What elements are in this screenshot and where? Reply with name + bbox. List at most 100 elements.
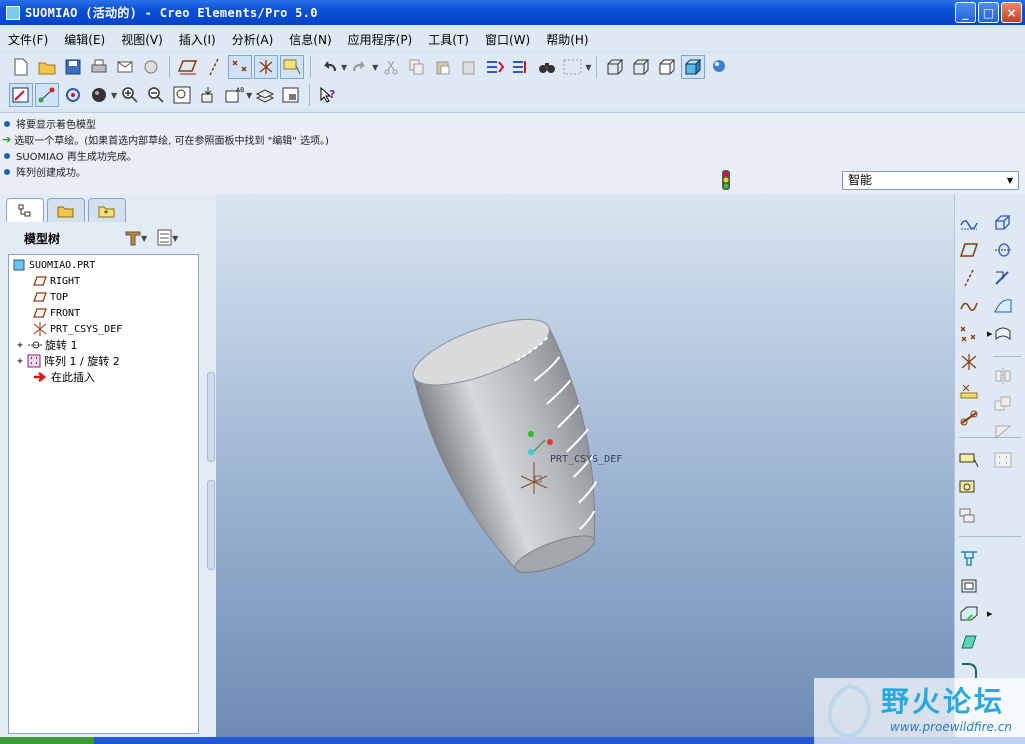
copy-icon[interactable] [405,55,429,79]
new-file-icon[interactable] [9,55,33,79]
find-icon[interactable] [535,55,559,79]
tree-item-insert-here[interactable]: 在此插入 [33,369,95,385]
no-hidden-icon[interactable] [655,55,679,79]
expand-icon[interactable]: + [17,340,27,351]
graphics-viewport[interactable]: PRT_CSYS_DEF [216,194,954,744]
csys-display-icon[interactable] [254,55,278,79]
rib-tool-icon[interactable] [957,602,981,626]
panel-splitter-handle[interactable] [207,372,215,462]
paste-icon[interactable] [431,55,455,79]
tree-item-front[interactable]: FRONT [33,305,80,321]
wireframe-icon[interactable] [603,55,627,79]
regen-status-light-icon[interactable] [721,170,731,190]
menu-help[interactable]: 帮助(H) [538,31,596,48]
view-manager-icon[interactable] [279,83,303,107]
open-folder-icon[interactable] [35,55,59,79]
model-display-icon[interactable] [707,55,731,79]
selection-dropdown-icon[interactable]: ▼ [585,63,591,72]
saved-views-dropdown-icon[interactable]: ▼ [246,91,252,100]
menu-insert[interactable]: 插入(I) [171,31,224,48]
merge-tool-icon[interactable] [991,392,1015,416]
regenerate-manager-icon[interactable] [509,55,533,79]
hidden-line-icon[interactable] [629,55,653,79]
appearance-icon[interactable] [87,83,111,107]
minimize-button[interactable]: _ [955,2,976,23]
extrude-tool-icon[interactable] [991,210,1015,234]
tree-item-csys[interactable]: PRT_CSYS_DEF [33,321,122,337]
maximize-button[interactable]: □ [978,2,999,23]
orient-mode-icon[interactable] [61,83,85,107]
tab-folder-browser[interactable] [47,198,85,222]
send-link-icon[interactable] [139,55,163,79]
draft-tool-icon[interactable] [957,630,981,654]
mirror-tool-icon[interactable] [991,364,1015,388]
pattern-tool-icon[interactable] [991,448,1015,472]
datum-point-tool-icon[interactable] [957,322,981,346]
reorient-icon[interactable] [196,83,220,107]
model-canvas[interactable]: PRT_CSYS_DEF [216,194,954,744]
revolve-tool-icon[interactable] [991,238,1015,262]
selection-box-icon[interactable] [561,55,585,79]
tree-item-top[interactable]: TOP [33,289,68,305]
menu-view[interactable]: 视图(V) [113,31,171,48]
redo-icon[interactable] [348,55,372,79]
saved-views-icon[interactable]: AB [222,83,246,107]
datum-curve-tool-icon[interactable] [957,294,981,318]
context-help-icon[interactable]: ? [316,83,340,107]
variable-section-sweep-icon[interactable] [991,266,1015,290]
tab-favorites[interactable]: * [88,198,126,222]
undo-icon[interactable] [317,55,341,79]
datum-axis-display-icon[interactable] [202,55,226,79]
annotation-display-icon[interactable] [280,55,304,79]
zoom-out-icon[interactable] [144,83,168,107]
menu-tools[interactable]: 工具(T) [420,31,477,48]
menu-applications[interactable]: 应用程序(P) [340,31,421,48]
appearance-dropdown-icon[interactable]: ▼ [111,91,117,100]
undo-dropdown-icon[interactable]: ▼ [341,63,347,72]
chevron-down-icon[interactable]: ▼ [1002,172,1018,189]
layers-icon[interactable] [253,83,277,107]
tree-item-revolve-1[interactable]: + 旋转 1 [17,337,78,353]
menu-window[interactable]: 窗口(W) [477,31,538,48]
selection-filter-select[interactable]: 智能 ▼ [842,171,1019,190]
style-tool-icon[interactable] [991,322,1015,346]
datum-point-display-icon[interactable] [228,55,252,79]
hole-tool-icon[interactable] [957,546,981,570]
refit-icon[interactable] [170,83,194,107]
tab-model-tree[interactable] [6,198,44,222]
sketch-icon[interactable] [9,83,33,107]
tree-item-pattern-1[interactable]: + 阵列 1 / 旋转 2 [17,353,120,369]
tree-item-right[interactable]: RIGHT [33,273,80,289]
datum-plane-tool-icon[interactable] [957,238,981,262]
settings-icon[interactable]: ▼ [124,229,147,247]
reference-feature-icon[interactable] [957,406,981,430]
shape-tool-icon[interactable] [957,448,981,472]
shading-icon[interactable] [681,55,706,79]
barrel-model[interactable] [403,305,629,591]
menu-edit[interactable]: 编辑(E) [56,31,113,48]
copy-geometry-icon[interactable] [957,504,981,528]
tree-item-part[interactable]: SUOMIAO.PRT [13,257,95,273]
print-icon[interactable] [87,55,111,79]
cut-icon[interactable] [379,55,403,79]
datum-axis-tool-icon[interactable] [957,266,981,290]
zoom-in-icon[interactable] [118,83,142,107]
start-button[interactable] [0,737,94,744]
menu-analysis[interactable]: 分析(A) [224,31,282,48]
show-options-icon[interactable]: ▼ [157,229,178,247]
trim-tool-icon[interactable] [991,420,1015,444]
analysis-feature-icon[interactable] [957,378,981,402]
boundary-blend-icon[interactable] [991,294,1015,318]
save-icon[interactable] [61,55,85,79]
datum-plane-display-icon[interactable] [176,55,200,79]
close-button[interactable]: × [1001,2,1022,23]
panel-splitter-handle[interactable] [207,480,215,570]
shell-tool-icon[interactable] [957,574,981,598]
rib-tool-dropdown-icon[interactable]: ▶ [987,610,992,618]
csys-tool-icon[interactable] [957,350,981,374]
redo-dropdown-icon[interactable]: ▼ [372,63,378,72]
expand-icon[interactable]: + [17,356,27,367]
menu-file[interactable]: 文件(F) [0,31,56,48]
menu-info[interactable]: 信息(N) [281,31,339,48]
sketched-datum-curve-icon[interactable] [957,210,981,234]
